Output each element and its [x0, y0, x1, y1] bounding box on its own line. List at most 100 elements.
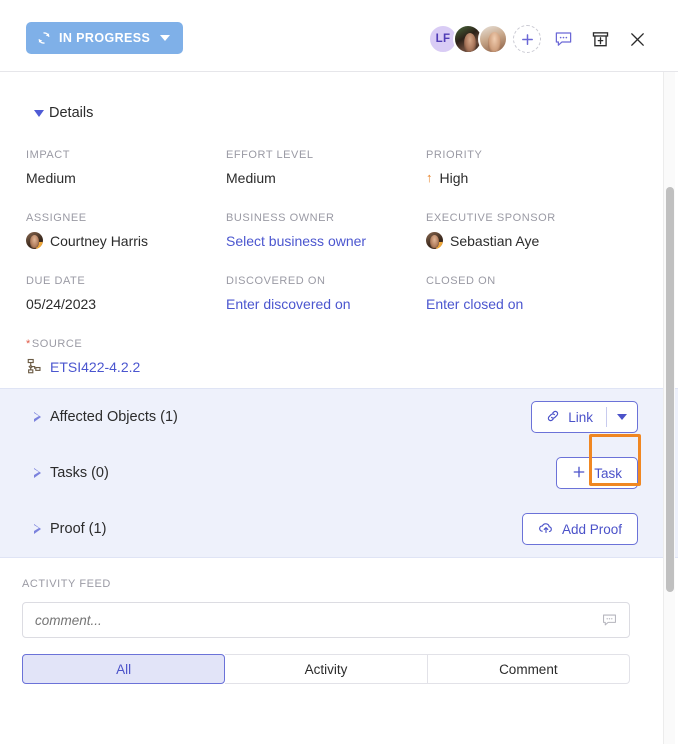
- field-label: DISCOVERED ON: [226, 275, 326, 287]
- avatar: [426, 232, 443, 249]
- tasks-label: Tasks (0): [50, 465, 109, 481]
- tab-all[interactable]: All: [22, 654, 226, 684]
- field-value: ETSI422-4.2.2: [50, 358, 141, 375]
- hierarchy-node-icon: [26, 358, 43, 375]
- tasks-row: Tasks (0) Task: [0, 445, 678, 501]
- field-assignee: ASSIGNEE Courtney Harris: [26, 212, 226, 250]
- status-label: IN PROGRESS: [59, 31, 151, 45]
- field-label-text: SOURCE: [31, 338, 83, 350]
- field-priority: PRIORITY ↑ High: [426, 149, 626, 187]
- link-button-label: Link: [568, 409, 593, 425]
- field-value[interactable]: 05/24/2023: [26, 294, 226, 313]
- field-label: EXECUTIVE SPONSOR: [426, 212, 556, 224]
- field-source: *SOURCE ETSI422-4.2.2: [26, 338, 226, 376]
- activity-filter-tabs: All Activity Comment: [22, 654, 630, 684]
- comment-input-wrapper: [22, 602, 630, 638]
- field-row: ASSIGNEE Courtney Harris BUSINESS OWNER …: [26, 212, 678, 250]
- link-dropdown-toggle[interactable]: [607, 402, 637, 432]
- detail-header-bar: IN PROGRESS LF: [0, 0, 678, 72]
- sync-icon: [37, 31, 51, 45]
- avatar: [26, 232, 43, 249]
- field-value: Courtney Harris: [50, 232, 149, 249]
- chevron-right-icon: [34, 411, 42, 423]
- chevron-down-icon: [34, 109, 44, 117]
- field-value[interactable]: Medium: [26, 168, 226, 187]
- add-collaborator-button[interactable]: [513, 25, 541, 53]
- field-label: DUE DATE: [26, 275, 86, 287]
- header-actions: LF: [428, 22, 652, 56]
- link-button[interactable]: Link: [532, 402, 606, 432]
- chevron-right-icon: [34, 467, 42, 479]
- field-label: ASSIGNEE: [26, 212, 87, 224]
- field-row: DUE DATE 05/24/2023 DISCOVERED ON Enter …: [26, 275, 678, 313]
- field-value: Sebastian Aye: [450, 232, 540, 249]
- comment-button[interactable]: [548, 24, 578, 54]
- field-value[interactable]: Enter closed on: [426, 294, 626, 313]
- field-closed-on: CLOSED ON Enter closed on: [426, 275, 626, 313]
- plus-icon: [572, 465, 586, 482]
- affected-objects-row: Affected Objects (1) Link: [0, 389, 678, 445]
- field-row: *SOURCE ETSI422-4.2.2: [26, 338, 678, 376]
- activity-feed-section: ACTIVITY FEED All Activity Comment: [0, 558, 678, 684]
- chevron-down-icon: [617, 414, 627, 420]
- field-value-wrap[interactable]: ETSI422-4.2.2: [26, 357, 226, 376]
- details-fields-grid: IMPACT Medium EFFORT LEVEL Medium PRIORI…: [0, 121, 678, 376]
- plus-icon: [521, 33, 533, 45]
- related-items-panel: Affected Objects (1) Link Tasks (0) Task…: [0, 388, 678, 558]
- details-section-toggle[interactable]: Details: [0, 72, 118, 121]
- proof-label: Proof (1): [50, 521, 107, 537]
- archive-button[interactable]: [585, 24, 615, 54]
- archive-icon: [592, 31, 608, 46]
- field-value-wrap[interactable]: Courtney Harris: [26, 231, 226, 250]
- affected-objects-label: Affected Objects (1): [50, 409, 178, 425]
- field-label: CLOSED ON: [426, 275, 496, 287]
- comment-icon: [555, 31, 571, 46]
- field-value[interactable]: Medium: [226, 168, 426, 187]
- field-discovered-on: DISCOVERED ON Enter discovered on: [226, 275, 426, 313]
- avatar[interactable]: [478, 24, 508, 54]
- proof-toggle[interactable]: Proof (1): [34, 521, 106, 537]
- tab-activity[interactable]: Activity: [225, 654, 428, 684]
- chevron-right-icon: [34, 523, 42, 535]
- field-label: PRIORITY: [426, 149, 483, 161]
- close-icon: [630, 32, 644, 46]
- field-executive-sponsor: EXECUTIVE SPONSOR Sebastian Aye: [426, 212, 626, 250]
- field-value: High: [439, 169, 469, 186]
- field-value-wrap[interactable]: Sebastian Aye: [426, 231, 626, 250]
- detail-body: Details IMPACT Medium EFFORT LEVEL Mediu…: [0, 72, 678, 744]
- add-proof-label: Add Proof: [561, 521, 622, 537]
- field-label: BUSINESS OWNER: [226, 212, 335, 224]
- field-value[interactable]: Select business owner: [226, 231, 426, 250]
- field-label: EFFORT LEVEL: [226, 149, 314, 161]
- collaborator-avatars: LF: [428, 24, 508, 54]
- proof-row: Proof (1) Add Proof: [0, 501, 678, 557]
- activity-feed-label: ACTIVITY FEED: [22, 578, 111, 590]
- comment-icon[interactable]: [601, 612, 618, 634]
- add-task-label: Task: [594, 465, 622, 481]
- add-proof-button[interactable]: Add Proof: [521, 513, 638, 545]
- field-label: *SOURCE: [26, 338, 226, 350]
- close-button[interactable]: [622, 24, 652, 54]
- scrollbar-thumb[interactable]: [666, 187, 674, 592]
- chevron-down-icon: [160, 35, 171, 41]
- field-effort-level: EFFORT LEVEL Medium: [226, 149, 426, 187]
- link-split-button: Link: [531, 401, 638, 433]
- affected-objects-toggle[interactable]: Affected Objects (1): [34, 409, 178, 425]
- cloud-upload-icon: [538, 520, 554, 538]
- priority-up-arrow-icon: ↑: [426, 170, 433, 185]
- add-task-button[interactable]: Task: [556, 457, 638, 489]
- link-icon: [546, 409, 560, 426]
- field-label: IMPACT: [26, 149, 71, 161]
- tab-comment[interactable]: Comment: [427, 654, 630, 684]
- field-impact: IMPACT Medium: [26, 149, 226, 187]
- field-business-owner: BUSINESS OWNER Select business owner: [226, 212, 426, 250]
- details-section-title: Details: [49, 105, 94, 121]
- comment-input[interactable]: [23, 603, 629, 637]
- field-value-wrap[interactable]: ↑ High: [426, 168, 626, 187]
- tasks-toggle[interactable]: Tasks (0): [34, 465, 109, 481]
- status-dropdown-button[interactable]: IN PROGRESS: [26, 22, 184, 54]
- field-row: IMPACT Medium EFFORT LEVEL Medium PRIORI…: [26, 149, 678, 187]
- required-asterisk: *: [26, 338, 31, 350]
- field-due-date: DUE DATE 05/24/2023: [26, 275, 226, 313]
- field-value[interactable]: Enter discovered on: [226, 294, 426, 313]
